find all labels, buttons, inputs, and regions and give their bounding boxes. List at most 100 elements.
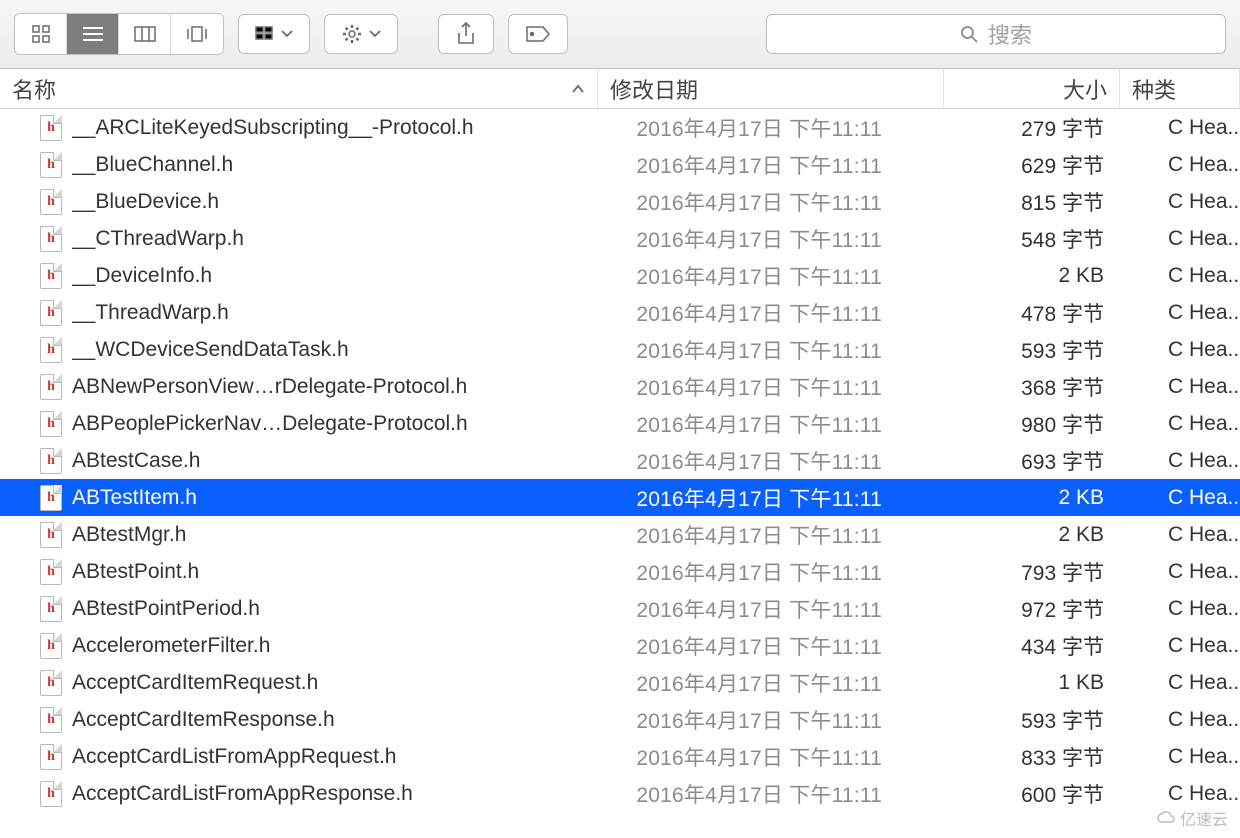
chevron-down-icon: [369, 30, 381, 38]
file-name: AcceptCardItemRequest.h: [72, 671, 598, 695]
view-columns-button[interactable]: [119, 14, 171, 54]
column-header-date[interactable]: 修改日期: [598, 69, 944, 108]
file-size: 815 字节: [944, 187, 1120, 217]
file-kind: C Hea...: [1120, 523, 1240, 547]
view-coverflow-button[interactable]: [171, 14, 223, 54]
toolbar: 搜索: [0, 0, 1240, 69]
file-size: 629 字节: [944, 150, 1120, 180]
column-size-label: 大小: [1063, 73, 1107, 105]
tag-icon: [525, 25, 551, 43]
share-button[interactable]: [438, 14, 494, 54]
header-file-icon: h: [40, 559, 62, 585]
file-date: 2016年4月17日 下午11:11: [598, 224, 944, 254]
table-row[interactable]: h __WCDeviceSendDataTask.h2016年4月17日 下午11…: [0, 331, 1240, 368]
file-date: 2016年4月17日 下午11:11: [598, 483, 944, 513]
file-kind: C Hea...: [1120, 671, 1240, 695]
table-row[interactable]: h__DeviceInfo.h2016年4月17日 下午11:112 KBC H…: [0, 257, 1240, 294]
file-kind: C Hea...: [1120, 338, 1240, 362]
file-kind: C Hea...: [1120, 227, 1240, 251]
table-row[interactable]: hABtestCase.h2016年4月17日 下午11:11693 字节C H…: [0, 442, 1240, 479]
file-name: __WCDeviceSendDataTask.h: [72, 338, 598, 362]
header-file-icon: h: [40, 189, 62, 215]
gear-icon: [341, 23, 363, 45]
file-name: __ThreadWarp.h: [72, 301, 598, 325]
file-size: 693 字节: [944, 446, 1120, 476]
file-date: 2016年4月17日 下午11:11: [598, 779, 944, 809]
table-row[interactable]: hABNewPersonView…rDelegate-Protocol.h201…: [0, 368, 1240, 405]
file-name: ABtestPointPeriod.h: [72, 597, 598, 621]
column-header-name[interactable]: 名称: [0, 69, 598, 108]
view-list-button[interactable]: [67, 14, 119, 54]
file-size: 600 字节: [944, 779, 1120, 809]
header-file-icon: h: [40, 633, 62, 659]
header-file-icon: h: [40, 670, 62, 696]
table-row[interactable]: h__BlueChannel.h2016年4月17日 下午11:11629 字节…: [0, 146, 1240, 183]
file-date: 2016年4月17日 下午11:11: [598, 446, 944, 476]
header-file-icon: h: [40, 263, 62, 289]
action-menu-button[interactable]: [324, 14, 398, 54]
table-row[interactable]: hAcceptCardItemResponse.h2016年4月17日 下午11…: [0, 701, 1240, 738]
file-size: 833 字节: [944, 742, 1120, 772]
watermark: 亿速云: [1152, 806, 1232, 830]
file-date: 2016年4月17日 下午11:11: [598, 113, 944, 143]
table-row[interactable]: h__ARCLiteKeyedSubscripting__-Protocol.h…: [0, 109, 1240, 146]
file-name: __BlueChannel.h: [72, 153, 598, 177]
table-row[interactable]: hABPeoplePickerNav…Delegate-Protocol.h20…: [0, 405, 1240, 442]
file-kind: C Hea...: [1120, 449, 1240, 473]
column-header-size[interactable]: 大小: [944, 69, 1120, 108]
search-icon: [960, 25, 978, 43]
table-row[interactable]: hABtestMgr.h2016年4月17日 下午11:112 KBC Hea.…: [0, 516, 1240, 553]
file-size: 2 KB: [944, 264, 1120, 288]
file-date: 2016年4月17日 下午11:11: [598, 631, 944, 661]
file-kind: C Hea...: [1120, 264, 1240, 288]
file-kind: C Hea...: [1120, 745, 1240, 769]
file-kind: C Hea...: [1120, 486, 1240, 510]
file-size: 972 字节: [944, 594, 1120, 624]
file-name: __BlueDevice.h: [72, 190, 598, 214]
header-file-icon: h: [40, 152, 62, 178]
table-row[interactable]: hABtestPointPeriod.h2016年4月17日 下午11:1197…: [0, 590, 1240, 627]
file-date: 2016年4月17日 下午11:11: [598, 335, 944, 365]
table-row[interactable]: h AcceptCardItemRequest.h2016年4月17日 下午11:…: [0, 664, 1240, 701]
file-kind: C Hea...: [1120, 782, 1240, 806]
header-file-icon: h: [40, 337, 62, 363]
sort-ascending-icon: [571, 84, 585, 94]
chevron-down-icon: [281, 30, 293, 38]
file-kind: C Hea...: [1120, 116, 1240, 140]
file-size: 1 KB: [944, 671, 1120, 695]
file-date: 2016年4月17日 下午11:11: [598, 742, 944, 772]
file-size: 980 字节: [944, 409, 1120, 439]
file-list: h__ARCLiteKeyedSubscripting__-Protocol.h…: [0, 109, 1240, 812]
file-kind: C Hea...: [1120, 560, 1240, 584]
file-size: 478 字节: [944, 298, 1120, 328]
file-date: 2016年4月17日 下午11:11: [598, 594, 944, 624]
file-name: ABPeoplePickerNav…Delegate-Protocol.h: [72, 412, 598, 436]
search-input[interactable]: 搜索: [766, 14, 1226, 54]
file-date: 2016年4月17日 下午11:11: [598, 298, 944, 328]
table-row[interactable]: h__CThreadWarp.h2016年4月17日 下午11:11548 字节…: [0, 220, 1240, 257]
file-size: 368 字节: [944, 372, 1120, 402]
file-name: AcceptCardListFromAppRequest.h: [72, 745, 598, 769]
search-placeholder: 搜索: [988, 18, 1032, 50]
table-row[interactable]: hABtestPoint.h2016年4月17日 下午11:11793 字节C …: [0, 553, 1240, 590]
column-date-label: 修改日期: [610, 73, 698, 105]
table-row[interactable]: hABTestItem.h2016年4月17日 下午11:112 KBC Hea…: [0, 479, 1240, 516]
table-row[interactable]: h__ThreadWarp.h2016年4月17日 下午11:11478 字节C…: [0, 294, 1240, 331]
file-kind: C Hea...: [1120, 153, 1240, 177]
column-header-kind[interactable]: 种类: [1120, 69, 1240, 108]
file-size: 2 KB: [944, 486, 1120, 510]
file-name: ABTestItem.h: [72, 486, 598, 510]
table-row[interactable]: hAcceptCardListFromAppResponse.h2016年4月1…: [0, 775, 1240, 812]
table-row[interactable]: hAcceptCardListFromAppRequest.h2016年4月17…: [0, 738, 1240, 775]
file-kind: C Hea...: [1120, 634, 1240, 658]
header-file-icon: h: [40, 781, 62, 807]
table-row[interactable]: h__BlueDevice.h2016年4月17日 下午11:11815 字节C…: [0, 183, 1240, 220]
file-date: 2016年4月17日 下午11:11: [598, 668, 944, 698]
view-mode-group: [14, 13, 224, 55]
file-date: 2016年4月17日 下午11:11: [598, 261, 944, 291]
tags-button[interactable]: [508, 14, 568, 54]
view-icon-button[interactable]: [15, 14, 67, 54]
arrange-menu-button[interactable]: [238, 14, 310, 54]
table-row[interactable]: hAccelerometerFilter.h2016年4月17日 下午11:11…: [0, 627, 1240, 664]
file-kind: C Hea...: [1120, 708, 1240, 732]
